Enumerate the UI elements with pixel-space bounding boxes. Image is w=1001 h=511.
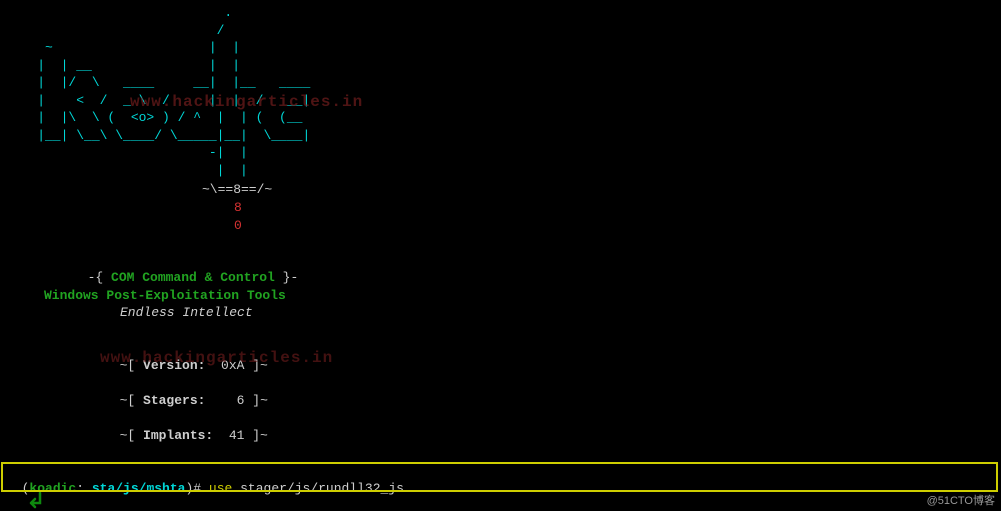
ascii-0: 0 bbox=[6, 217, 995, 235]
info-stagers: ~[ Stagers: 6 ]~ bbox=[6, 374, 995, 409]
terminal-viewport: . / ~ | | | | __ | | | |/ \ ____ __| |__… bbox=[0, 0, 1001, 511]
banner-title: -{ COM Command & Control }- bbox=[6, 252, 995, 287]
blank-2 bbox=[6, 322, 995, 340]
attribution: @51CTO博客 bbox=[927, 494, 995, 509]
ascii-8: 8 bbox=[6, 199, 995, 217]
ascii-banner: . / ~ | | | | __ | | | |/ \ ____ __| |__… bbox=[6, 4, 995, 179]
info-version: ~[ Version: 0xA ]~ bbox=[6, 339, 995, 374]
banner-subtitle: Windows Post-Exploitation Tools bbox=[6, 287, 995, 305]
info-implants: ~[ Implants: 41 ]~ bbox=[6, 410, 995, 445]
enter-arrow-icon bbox=[28, 491, 44, 511]
ascii-wrap: ~\==8==/~ bbox=[6, 181, 995, 199]
blank-3 bbox=[6, 445, 995, 463]
banner-tagline: Endless Intellect bbox=[6, 304, 995, 322]
blank-1 bbox=[6, 234, 995, 252]
prompt-use[interactable]: (koadic: sta/js/mshta)# use stager/js/ru… bbox=[6, 462, 995, 511]
